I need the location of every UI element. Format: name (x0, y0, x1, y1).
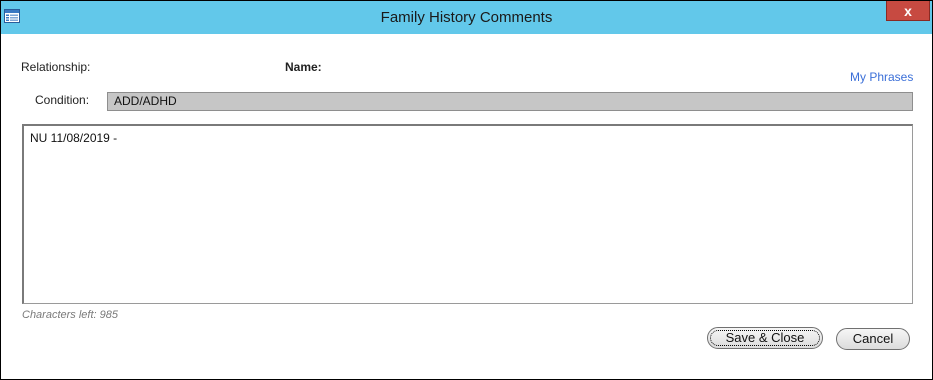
cancel-button[interactable]: Cancel (836, 328, 910, 350)
window-title: Family History Comments (380, 9, 553, 26)
relationship-label: Relationship: (21, 60, 91, 74)
family-history-comments-dialog: Family History Comments x Relationship: … (0, 0, 933, 380)
my-phrases-link[interactable]: My Phrases (850, 70, 913, 84)
condition-field: ADD/ADHD (107, 92, 913, 111)
name-label: Name: (285, 60, 322, 74)
close-icon: x (904, 2, 912, 19)
title-bar[interactable]: Family History Comments x (1, 1, 932, 34)
characters-left-counter: Characters left: 985 (22, 309, 118, 321)
close-button[interactable]: x (886, 1, 930, 21)
save-close-button[interactable]: Save & Close (707, 327, 823, 349)
condition-label: Condition: (35, 93, 90, 107)
comment-textarea[interactable]: NU 11/08/2019 - (22, 124, 913, 304)
